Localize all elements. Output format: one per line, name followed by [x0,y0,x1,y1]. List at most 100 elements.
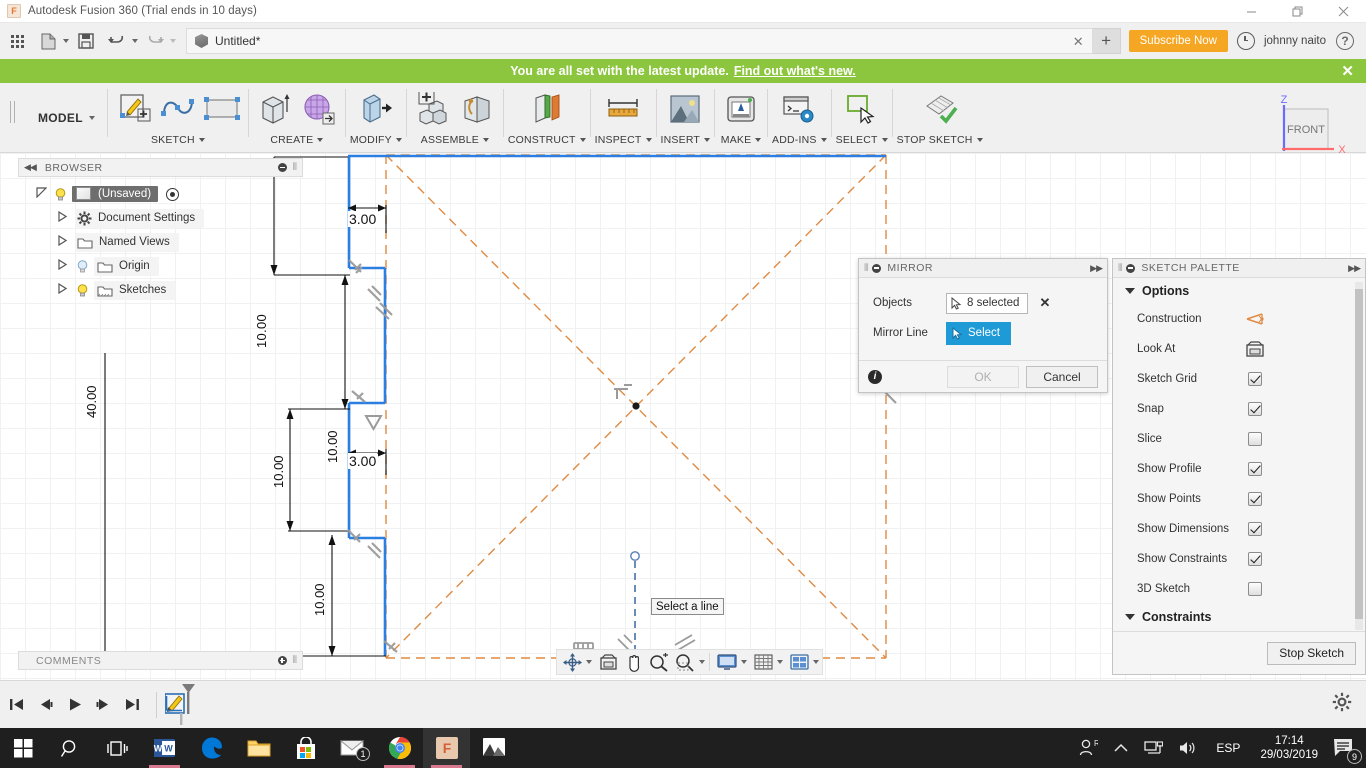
step-forward-icon[interactable] [91,690,116,720]
app-grid-icon[interactable] [3,27,31,55]
word-icon[interactable]: WW [141,728,188,768]
show-profile-checkbox[interactable] [1248,462,1262,476]
ribbon-group-label[interactable]: STOP SKETCH [897,131,983,149]
look-at-icon[interactable] [596,650,621,674]
banner-link[interactable]: Find out what's new. [734,64,856,78]
press-pull-icon[interactable] [354,87,398,131]
palette-row-show-constraints[interactable]: Show Constraints [1113,544,1365,574]
undo-icon[interactable] [103,27,131,55]
expand-arrow-icon[interactable] [58,258,68,273]
visibility-bulb-icon[interactable] [75,283,90,298]
tree-item-unsaved[interactable]: (Unsaved) [18,182,303,206]
task-view-icon[interactable] [94,728,141,768]
timeline-settings-button[interactable] [1332,692,1352,717]
help-icon[interactable]: ? [1336,32,1354,50]
ribbon-group-label[interactable]: CREATE [270,131,324,149]
offset-plane-icon[interactable] [525,87,569,131]
expand-arrow-icon[interactable] [58,210,68,225]
slice-checkbox[interactable] [1248,432,1262,446]
ribbon-group-label[interactable]: INSERT [661,131,711,149]
sketch-palette-header[interactable]: ⦀ SKETCH PALETTE ▶▶ [1113,259,1365,278]
visibility-bulb-icon[interactable] [53,187,68,202]
ribbon-group-label[interactable]: INSPECT [595,131,652,149]
mirror-line-select-button[interactable]: Select [946,321,1011,345]
tree-item-origin[interactable]: Origin [18,254,303,278]
ribbon-group-label[interactable]: ADD-INS [772,131,827,149]
mirror-dialog-header[interactable]: ⦀ MIRROR ▶▶ [859,259,1107,278]
user-name[interactable]: johnny naito [1264,35,1326,47]
palette-row-slice[interactable]: Slice [1113,424,1365,454]
rectangle-icon[interactable] [200,87,244,131]
look-at-icon[interactable] [1245,340,1265,358]
dialog-grip-icon[interactable]: ⦀ [1118,263,1122,274]
panel-grip-icon[interactable]: ⦀ [293,655,297,666]
comments-panel[interactable]: COMMENTS ⦀ [18,651,303,670]
stop-sketch-button[interactable]: Stop Sketch [1267,641,1356,665]
dimension-value[interactable]: 10.00 [312,583,327,616]
file-explorer-icon[interactable] [235,728,282,768]
network-icon[interactable] [1136,728,1171,768]
dimension-value[interactable]: 40.00 [84,385,99,418]
visibility-bulb-icon[interactable] [75,259,90,274]
step-back-icon[interactable] [33,690,58,720]
tree-item-named-views[interactable]: Named Views [18,230,303,254]
file-icon[interactable] [34,27,62,55]
stop-sketch-icon[interactable] [918,87,962,131]
people-icon[interactable]: R [1071,728,1106,768]
expand-dialog-icon[interactable]: ▶▶ [1090,263,1103,274]
palette-row-show-profile[interactable]: Show Profile [1113,454,1365,484]
chevron-down-icon[interactable] [170,39,176,43]
close-button[interactable] [1320,0,1366,23]
display-settings-icon[interactable] [714,650,740,674]
collapse-icon[interactable]: ◀◀ [24,162,37,173]
chevron-down-icon[interactable] [699,660,705,664]
grid-snaps-icon[interactable] [751,650,776,674]
sketch-grid-checkbox[interactable] [1248,372,1262,386]
view-cube[interactable]: FRONT Z X [1258,94,1348,167]
3d-print-icon[interactable] [719,87,763,131]
ribbon-group-label[interactable]: SELECT [836,131,888,149]
dimension-value[interactable]: 10.00 [271,455,286,488]
palette-row-show-points[interactable]: Show Points [1113,484,1365,514]
language-indicator[interactable]: ESP [1206,741,1250,755]
show-points-checkbox[interactable] [1248,492,1262,506]
show-constraints-checkbox[interactable] [1248,552,1262,566]
start-icon[interactable] [0,728,47,768]
chevron-up-icon[interactable] [1106,728,1136,768]
banner-close-icon[interactable]: ✕ [1341,62,1354,80]
3d-sketch-checkbox[interactable] [1248,582,1262,596]
measure-icon[interactable] [601,87,645,131]
expand-arrow-icon[interactable] [58,282,68,297]
activate-component-icon[interactable] [166,187,180,201]
minimize-panel-icon[interactable] [277,163,287,172]
sketch-feature-icon[interactable] [164,683,195,726]
maximize-button[interactable] [1274,0,1320,23]
show-dimensions-checkbox[interactable] [1248,522,1262,536]
new-document-button[interactable] [31,27,69,55]
ribbon-group-label[interactable]: MODIFY [350,131,402,149]
palette-row-sketch-grid[interactable]: Sketch Grid [1113,364,1365,394]
section-constraints[interactable]: Constraints [1113,604,1365,630]
edge-icon[interactable] [188,728,235,768]
info-icon[interactable]: i [868,369,882,384]
palette-row-show-dimensions[interactable]: Show Dimensions [1113,514,1365,544]
panel-grip-icon[interactable]: ⦀ [293,162,297,173]
trial-clock-icon[interactable] [1236,32,1255,50]
palette-scrollbar[interactable] [1355,282,1363,630]
tree-item-sketches[interactable]: Sketches [18,278,303,302]
create-form-icon[interactable] [297,87,341,131]
new-tab-button[interactable]: + [1092,28,1121,54]
clear-selection-icon[interactable]: ✕ [1039,295,1050,311]
insert-image-icon[interactable] [663,87,707,131]
volume-icon[interactable] [1171,728,1206,768]
chevron-down-icon[interactable] [777,660,783,664]
mail-icon[interactable]: 1 [329,728,376,768]
expand-palette-icon[interactable]: ▶▶ [1348,263,1361,274]
dimension-value[interactable]: 3.00 [348,453,378,469]
extrude-icon[interactable] [253,87,297,131]
pan-icon[interactable] [621,650,646,674]
document-tab[interactable]: Untitled* ✕ [186,28,1093,54]
orbit-icon[interactable] [560,650,585,674]
objects-selection-field[interactable]: 8 selected [946,292,1029,314]
dimension-value[interactable]: 10.00 [325,430,340,463]
